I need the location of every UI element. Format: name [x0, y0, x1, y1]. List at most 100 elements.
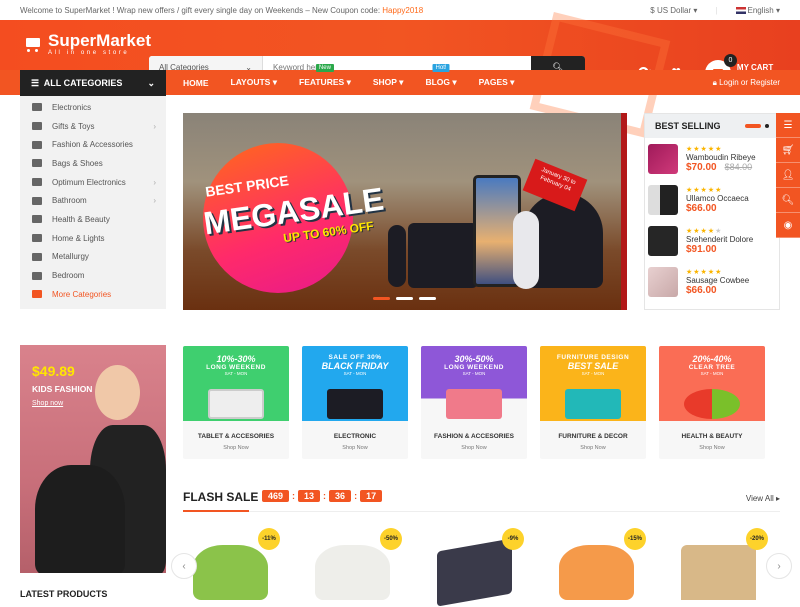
nav-blog[interactable]: Hot! BLOG ▾: [425, 64, 457, 88]
shop-now-link[interactable]: Shop Now: [183, 445, 289, 451]
login-register-link[interactable]: 🔒︎ Login or Register: [713, 78, 780, 88]
discount-badge: -9%: [502, 528, 524, 550]
sidebar-item-label: Health & Beauty: [52, 214, 110, 224]
sidebar-item-electronics[interactable]: Electronics: [20, 98, 166, 117]
cart-count: 0: [723, 54, 737, 67]
caret-down-icon: ▾: [510, 77, 515, 87]
shop-now-link[interactable]: Shop Now: [302, 445, 408, 451]
card-headline: BEST SALE: [567, 361, 619, 371]
dress-icon: [32, 140, 42, 149]
caret-down-icon: ▾: [399, 77, 404, 87]
category-card-furniture[interactable]: FURNITURE DESIGN BEST SALE SAT - MON FUR…: [540, 346, 646, 459]
language-selector[interactable]: English ▾: [735, 6, 780, 15]
eye-icon[interactable]: ◉: [776, 213, 800, 238]
timer-minutes: 36: [329, 490, 352, 502]
uk-flag-icon: [735, 6, 746, 14]
logo[interactable]: SuperMarket All in one store: [20, 32, 151, 57]
discount-badge: -11%: [258, 528, 280, 550]
product-card[interactable]: -15%: [549, 525, 649, 600]
product-card[interactable]: -11%: [183, 525, 283, 600]
nav-label: SHOP: [372, 77, 397, 87]
sidebar-item-fashion[interactable]: Fashion & Accessories: [20, 135, 166, 154]
view-all-link[interactable]: View All ▸: [746, 494, 780, 503]
sidebar-item-gifts-toys[interactable]: Gifts & Toys ›: [20, 117, 166, 136]
sidebar-item-metallurgy[interactable]: Metallurgy: [20, 248, 166, 267]
product-image: [315, 545, 390, 600]
shop-now-link[interactable]: Shop Now: [421, 445, 527, 451]
user-icon[interactable]: 👤︎: [776, 163, 800, 188]
coupon-code: Happy2018: [382, 5, 424, 15]
plug-icon: [32, 103, 42, 112]
product-thumbnail: [648, 143, 678, 174]
banner-model-image: [35, 465, 125, 573]
card-headline: BLACK FRIDAY: [321, 361, 389, 371]
shop-now-link[interactable]: Shop now: [32, 400, 63, 407]
slider-dot[interactable]: [373, 297, 390, 300]
best-selling-item[interactable]: ★★★★★ Srehenderit Dolore $91.00: [645, 220, 779, 261]
nav-home[interactable]: HOME: [183, 78, 209, 88]
handbag-image: [446, 389, 502, 419]
best-selling-item[interactable]: ★★★★★ Sausage Cowbee $66.00: [645, 261, 779, 302]
hamburger-icon: ☰: [31, 77, 40, 88]
caret-down-icon: ▾: [346, 77, 351, 87]
product-price: $70.00: [686, 161, 717, 173]
category-card-health[interactable]: 20%-40% CLEAR TREE SAT - MON HEALTH & BE…: [659, 346, 765, 459]
nav-features[interactable]: New FEATURES ▾: [299, 64, 351, 88]
cart-icon[interactable]: 🛒︎: [776, 138, 800, 163]
chevron-right-icon: ›: [153, 121, 156, 131]
all-categories-toggle[interactable]: ☰ ALL CATEGORIES ⌄: [20, 70, 166, 96]
page-dot[interactable]: [765, 124, 769, 128]
flash-sale-products: -11% -50% -9% -15% -20%: [183, 525, 780, 607]
sidebar-item-bedroom[interactable]: Bedroom: [20, 266, 166, 285]
card-banner: SALE OFF 30% BLACK FRIDAY SAT - MON: [302, 346, 408, 421]
currency-selector[interactable]: $ US Dollar ▾: [650, 6, 697, 15]
carousel-prev-button[interactable]: ‹: [171, 553, 197, 579]
category-card-electronic[interactable]: SALE OFF 30% BLACK FRIDAY SAT - MON ELEC…: [302, 346, 408, 459]
sidebar-item-bags-shoes[interactable]: Bags & Shoes: [20, 154, 166, 173]
page-dot-active[interactable]: [745, 124, 761, 128]
product-card[interactable]: -50%: [305, 525, 405, 600]
caret-down-icon: ▾: [452, 77, 457, 87]
nav-layouts[interactable]: LAYOUTS ▾: [231, 77, 278, 88]
chevron-left-icon: ‹: [182, 560, 186, 572]
laptop-image: [208, 389, 264, 419]
beauty-icon: [32, 215, 42, 224]
banner-label: KIDS FASHION: [32, 384, 93, 394]
menu-icon[interactable]: ☰: [776, 113, 800, 138]
card-subheadline: LONG WEEKEND: [206, 364, 266, 371]
slider-dot[interactable]: [419, 297, 436, 300]
view-all-label: View All: [745, 494, 774, 503]
sidebar-item-bathroom[interactable]: Bathroom ›: [20, 191, 166, 210]
shop-now-link[interactable]: Shop Now: [659, 445, 765, 451]
card-title: TABLET & ACCESORIES: [197, 433, 275, 440]
rating-stars: ★★★★★: [686, 145, 723, 153]
product-image: [559, 545, 634, 600]
lamp-icon: [32, 271, 42, 280]
card-banner: 20%-40% CLEAR TREE SAT - MON: [659, 346, 765, 421]
sidebar-item-home-lights[interactable]: Home & Lights: [20, 229, 166, 248]
nav-label: HOME: [183, 77, 209, 88]
hero-slider[interactable]: BEST PRICE MEGASALE UP TO 60% OFF Januar…: [183, 113, 627, 310]
nav-pages[interactable]: PAGES ▾: [479, 77, 515, 88]
best-selling-item[interactable]: ★★★★★ Ullamco Occaeca $66.00: [645, 179, 779, 220]
lock-icon: 🔒︎: [712, 78, 717, 87]
sidebar-item-optimum-electronics[interactable]: Optimum Electronics ›: [20, 173, 166, 192]
kids-fashion-banner[interactable]: $49.89 KIDS FASHION Shop now: [20, 345, 166, 573]
product-image: [681, 545, 756, 600]
nav-shop[interactable]: SHOP ▾: [373, 77, 404, 88]
best-selling-item[interactable]: ★★★★★ Wamboudin Ribeye $70.00 $84.00: [645, 138, 779, 179]
more-categories-link[interactable]: More Categories: [20, 285, 166, 304]
search-icon[interactable]: 🔍︎: [776, 188, 800, 213]
product-card[interactable]: -20%: [671, 525, 771, 600]
product-name: Wamboudin Ribeye: [686, 152, 756, 162]
category-card-fashion[interactable]: 30%-50% LONG WEEKEND SAT - MON FASHION &…: [421, 346, 527, 459]
shop-now-link[interactable]: Shop Now: [540, 445, 646, 451]
category-card-tablet[interactable]: 10%-30% LONG WEEKEND SAT - MON TABLET & …: [183, 346, 289, 459]
timer-days: 469: [262, 490, 290, 502]
chevron-right-icon: ›: [777, 560, 781, 572]
sidebar-item-label: Home & Lights: [52, 233, 105, 243]
slider-dot[interactable]: [396, 297, 413, 300]
carousel-next-button[interactable]: ›: [766, 553, 792, 579]
sidebar-item-health-beauty[interactable]: Health & Beauty: [20, 210, 166, 229]
product-card[interactable]: -9%: [427, 525, 527, 607]
